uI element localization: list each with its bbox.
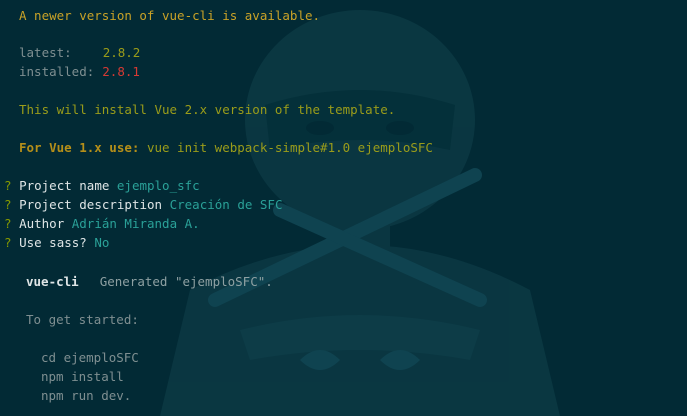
vue1-hint-line: For Vue 1.x use: vue init webpack-simple… bbox=[19, 138, 433, 157]
update-notice: A newer version of vue-cli is available. bbox=[19, 8, 321, 23]
generated-tool: vue-cli bbox=[26, 274, 79, 289]
prompt-answer: ejemplo_sfc bbox=[116, 178, 200, 193]
prompt-question: Author bbox=[19, 216, 65, 231]
generated-line: vue-cli Generated "ejemploSFC". bbox=[26, 272, 273, 291]
latest-version-value: 2.8.2 bbox=[102, 45, 141, 60]
prompt-project-name: ? Project name ejemplo_sfc bbox=[4, 176, 200, 195]
get-started-heading: To get started: bbox=[26, 312, 139, 327]
command-npm-run-dev: npm run dev. bbox=[41, 388, 132, 403]
prompt-marker: ? bbox=[4, 235, 12, 250]
command-cd: cd ejemploSFC bbox=[41, 350, 139, 365]
prompt-project-description: ? Project description Creación de SFC bbox=[4, 195, 282, 214]
install-note: This will install Vue 2.x version of the… bbox=[19, 102, 396, 117]
latest-label: latest: bbox=[19, 45, 72, 60]
vue1-hint-command: vue init webpack-simple#1.0 ejemploSFC bbox=[146, 140, 433, 155]
prompt-author: ? Author Adrián Miranda A. bbox=[4, 214, 200, 233]
prompt-marker: ? bbox=[4, 178, 12, 193]
prompt-use-sass: ? Use sass? No bbox=[4, 233, 109, 252]
prompt-question: Project name bbox=[19, 178, 110, 193]
command-npm-install: npm install bbox=[41, 369, 124, 384]
prompt-marker: ? bbox=[4, 216, 12, 231]
generated-message: Generated "ejemploSFC". bbox=[99, 274, 273, 289]
prompt-question: Project description bbox=[19, 197, 163, 212]
prompt-question: Use sass? bbox=[19, 235, 87, 250]
latest-version-line: latest: 2.8.2 bbox=[19, 43, 140, 62]
prompt-answer: Creación de SFC bbox=[169, 197, 283, 212]
prompt-answer: Adrián Miranda A. bbox=[71, 216, 200, 231]
installed-version-line: installed: 2.8.1 bbox=[19, 62, 140, 81]
installed-version-value: 2.8.1 bbox=[102, 64, 140, 79]
terminal-output: A newer version of vue-cli is available.… bbox=[0, 0, 687, 416]
prompt-answer: No bbox=[94, 235, 110, 250]
prompt-marker: ? bbox=[4, 197, 12, 212]
vue1-hint-label: For Vue 1.x use: bbox=[19, 140, 140, 155]
installed-label: installed: bbox=[19, 64, 95, 79]
